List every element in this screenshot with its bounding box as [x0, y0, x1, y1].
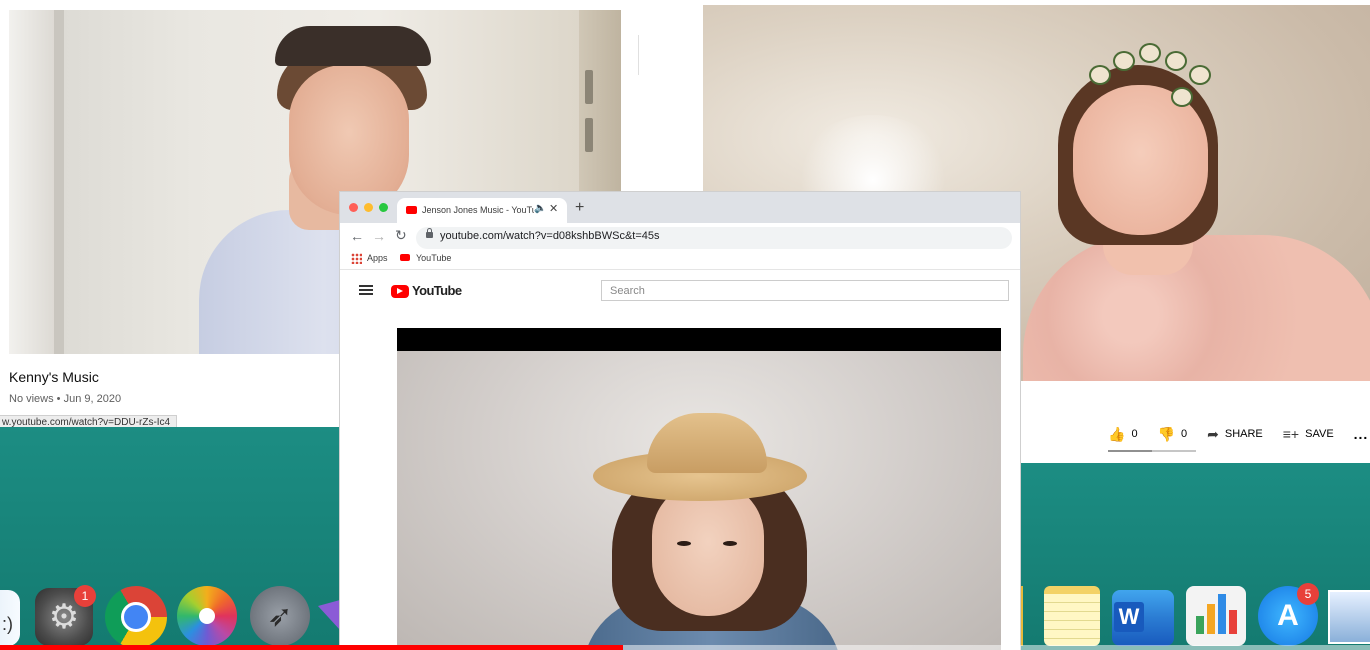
youtube-icon[interactable]	[400, 254, 410, 261]
speaker-icon[interactable]: 🔈	[534, 203, 546, 214]
menu-icon[interactable]	[359, 293, 373, 295]
door-hinge	[585, 70, 593, 104]
person-face	[1073, 85, 1208, 235]
thumbs-down-icon: 👎	[1157, 425, 1175, 442]
youtube-logo-text[interactable]: YouTube	[412, 283, 462, 298]
zoom-window-button[interactable]	[379, 203, 388, 212]
photos-icon-center	[199, 608, 215, 624]
browser-window: Jenson Jones Music - YouTube 🔈 ✕ + ← → ↻…	[340, 192, 1020, 650]
launchpad-icon[interactable]: ➶	[250, 586, 310, 646]
eye-icon	[723, 541, 737, 546]
reload-icon[interactable]: ↻	[395, 227, 407, 244]
forward-arrow-icon[interactable]: →	[372, 228, 386, 244]
flower-crown-icon	[1115, 53, 1133, 69]
progress-fill[interactable]	[0, 645, 624, 650]
numbers-bar	[1229, 610, 1237, 634]
more-actions-button[interactable]: ...	[1354, 426, 1369, 442]
notification-badge: 5	[1297, 583, 1319, 605]
like-count: 0	[1131, 428, 1138, 440]
dislike-button[interactable]: 👎 0	[1158, 426, 1188, 443]
youtube-favicon-icon	[406, 206, 417, 214]
person-floral-top	[1023, 235, 1370, 381]
flower-crown-icon	[1191, 67, 1209, 83]
notes-icon[interactable]	[1044, 586, 1100, 646]
more-icon: ...	[1353, 426, 1369, 442]
flower-crown-icon	[1141, 45, 1159, 61]
share-label: SHARE	[1224, 428, 1263, 440]
url-text[interactable]: youtube.com/watch?v=d08kshbBWSc&t=45s	[440, 230, 660, 242]
person-hat	[275, 26, 431, 66]
player-video-frame[interactable]	[397, 351, 1001, 650]
bookmark-apps[interactable]: Apps	[367, 253, 388, 263]
bookmark-youtube[interactable]: YouTube	[416, 253, 451, 263]
apps-grid-icon[interactable]	[351, 253, 362, 264]
video-meta: No views • Jun 9, 2020	[9, 393, 122, 405]
word-letter: W	[1114, 602, 1144, 632]
divider	[638, 35, 639, 75]
door-frame	[9, 10, 54, 354]
numbers-icon[interactable]	[1186, 586, 1246, 646]
search-input[interactable]	[601, 280, 1009, 301]
thumbs-up-icon: 👍	[1108, 425, 1126, 442]
straw-hat-crown	[647, 413, 767, 473]
numbers-bar	[1207, 604, 1215, 634]
chrome-icon-center	[121, 602, 151, 632]
dislike-count: 0	[1181, 428, 1188, 440]
close-window-button[interactable]	[349, 203, 358, 212]
sentiment-bar-fill	[1108, 450, 1152, 452]
minimize-window-button[interactable]	[364, 203, 373, 212]
finder-face-icon: :)	[2, 614, 13, 634]
save-label: SAVE	[1305, 428, 1334, 440]
menu-icon[interactable]	[359, 289, 373, 291]
close-icon[interactable]: ✕	[549, 202, 558, 215]
person-face	[652, 481, 764, 616]
save-button[interactable]: ≡+ SAVE	[1283, 426, 1334, 442]
door-hinge	[585, 118, 593, 152]
preview-icon[interactable]	[1328, 590, 1370, 644]
playlist-add-icon: ≡+	[1282, 426, 1300, 442]
notification-badge: 1	[74, 585, 96, 607]
video-player[interactable]	[397, 328, 1001, 650]
lock-icon[interactable]	[426, 232, 433, 238]
eye-icon	[677, 541, 691, 546]
new-tab-button[interactable]: +	[575, 199, 584, 217]
numbers-bar	[1196, 616, 1204, 634]
flower-crown-icon	[1091, 67, 1109, 83]
share-button[interactable]: ➦ SHARE	[1207, 426, 1263, 443]
play-triangle-icon	[397, 288, 403, 294]
video-actions-row: 👍 0 👎 0 ➦ SHARE ≡+ SAVE ...	[1108, 422, 1368, 446]
flower-crown-icon	[1173, 89, 1191, 105]
tab-title: Jenson Jones Music - YouTube	[422, 205, 534, 215]
back-arrow-icon[interactable]: ←	[350, 228, 364, 244]
door-edge	[54, 10, 64, 354]
flower-crown-icon	[1167, 53, 1185, 69]
video-title[interactable]: Kenny's Music	[9, 369, 99, 385]
numbers-bar	[1218, 594, 1226, 634]
menu-icon[interactable]	[359, 285, 373, 287]
like-button[interactable]: 👍 0	[1108, 426, 1138, 443]
share-icon: ➦	[1207, 425, 1219, 442]
